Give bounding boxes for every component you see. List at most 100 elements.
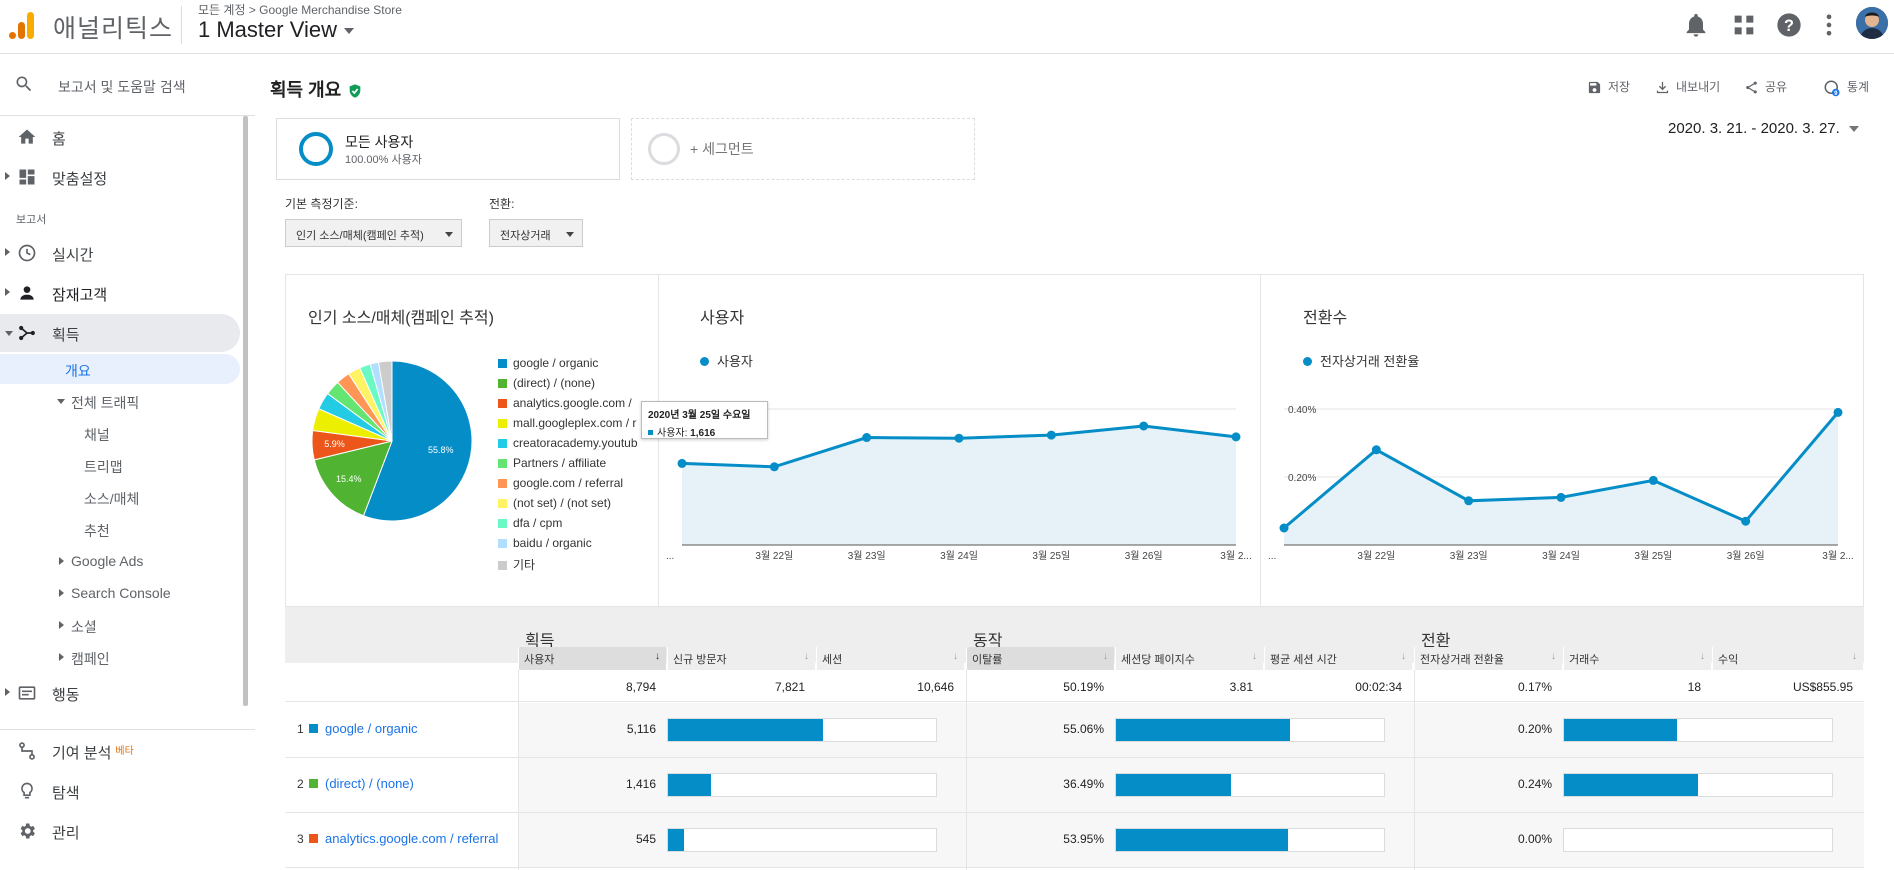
nav-attribution-label: 기여 분석 베타 [52, 742, 134, 763]
nav-home[interactable]: 홈 [0, 118, 240, 156]
data-point[interactable] [862, 433, 872, 443]
column-header[interactable]: 세션 ↓ [816, 647, 964, 670]
nav-social[interactable]: 소셜 [0, 610, 240, 640]
data-point[interactable] [1464, 496, 1474, 506]
nav-channels[interactable]: 채널 [0, 418, 240, 448]
data-point[interactable] [1046, 430, 1056, 440]
source-medium-link[interactable]: google / organic [309, 721, 418, 736]
expand-arrow-icon [5, 288, 10, 296]
sidebar-divider [0, 115, 255, 116]
nav-acquisition[interactable]: 획득 [0, 314, 240, 352]
column-header[interactable]: 세션당 페이지수 ↓ [1115, 647, 1263, 670]
conversion-select[interactable]: 전자상거래 [489, 219, 583, 247]
table-row[interactable]: 2 (direct) / (none) 1,416 36.49% 0.24% [285, 758, 1864, 813]
data-point[interactable] [1833, 407, 1843, 417]
x-tick-label: 3월 23일 [1450, 550, 1488, 562]
legend-label: mall.googleplex.com / r [513, 416, 637, 430]
share-button[interactable]: 공유 [1744, 78, 1787, 95]
account-breadcrumb[interactable]: 모든 계정 > Google Merchandise Store [198, 1, 402, 18]
data-point[interactable] [1556, 492, 1566, 502]
x-tick-label: 3월 25일 [1634, 550, 1672, 562]
data-point[interactable] [1231, 432, 1241, 442]
column-header[interactable]: 전자상거래 전환율 ↓ [1414, 647, 1562, 670]
metric-cell: 0.24% [1517, 777, 1552, 791]
total-cell: 50.19% [1063, 680, 1104, 694]
data-point[interactable] [677, 458, 687, 468]
data-point[interactable] [1648, 475, 1658, 485]
primary-dimension-select[interactable]: 인기 소스/매체(캠페인 추적) [285, 219, 462, 247]
source-medium-label: (direct) / (none) [325, 776, 414, 791]
report-search[interactable]: 보고서 및 도움말 검색 [0, 54, 255, 114]
user-avatar[interactable] [1856, 7, 1888, 39]
data-point[interactable] [769, 462, 779, 472]
data-point[interactable] [1741, 516, 1751, 526]
nav-search-console[interactable]: Search Console [0, 578, 240, 608]
nav-campaigns[interactable]: 캠페인 [0, 642, 240, 672]
column-header[interactable]: 이탈률 ↓ [966, 647, 1114, 670]
apps-icon[interactable] [1730, 11, 1758, 39]
segment-all-users[interactable]: 모든 사용자 100.00% 사용자 [276, 118, 620, 180]
save-button[interactable]: 저장 [1587, 78, 1630, 95]
pie-legend-item: 기타 [498, 556, 535, 571]
pie-legend-item: dfa / cpm [498, 516, 562, 530]
area-fill [1284, 412, 1838, 545]
pie-slice-label: 5.9% [324, 439, 345, 449]
nav-realtime[interactable]: 실시간 [0, 234, 240, 272]
pie-slice-label: 15.4% [336, 474, 362, 484]
nav-customization[interactable]: 맞춤설정 [0, 158, 240, 196]
metric-bar-fill [1116, 719, 1291, 741]
metric-cell: 5,116 [626, 722, 656, 736]
export-button[interactable]: 내보내기 [1655, 78, 1720, 95]
analytics-logo-icon[interactable] [8, 10, 36, 40]
nav-acq-overview[interactable]: 개요 [0, 354, 240, 384]
column-header[interactable]: 평균 세션 시간 ↓ [1264, 647, 1412, 670]
data-point[interactable] [1371, 445, 1381, 455]
table-row[interactable]: 3 analytics.google.com / referral 545 53.95… [285, 813, 1864, 868]
nav-admin[interactable]: 관리 [0, 812, 240, 850]
nav-all-traffic[interactable]: 전체 트래픽 [0, 386, 240, 416]
nav-treemaps[interactable]: 트리맵 [0, 450, 240, 480]
bell-icon[interactable] [1682, 11, 1710, 39]
expand-arrow-icon [59, 589, 64, 597]
x-tick-label: 3월 2... [1822, 550, 1853, 562]
source-medium-link[interactable]: analytics.google.com / referral [309, 831, 498, 846]
metric-cell: 53.95% [1063, 832, 1104, 846]
row-number: 3 [297, 832, 304, 846]
row-color-swatch [309, 834, 318, 843]
source-medium-link[interactable]: (direct) / (none) [309, 776, 414, 791]
column-header[interactable]: 신규 방문자 ↓ [667, 647, 815, 670]
nav-behavior[interactable]: 행동 [0, 674, 240, 712]
analytics-app: 애널리틱스 모든 계정 > Google Merchandise Store 1… [0, 0, 1894, 870]
data-point[interactable] [954, 433, 964, 443]
column-header[interactable]: 사용자 ↓ [518, 647, 666, 670]
legend-swatch [498, 561, 507, 570]
column-header[interactable]: 수익 ↓ [1712, 647, 1863, 670]
add-segment-button[interactable]: + 세그먼트 [631, 118, 975, 180]
data-point[interactable] [1279, 523, 1289, 533]
lightbulb-icon [21, 782, 33, 799]
source-pie-chart[interactable]: 55.8% 15.4% 5.9% [306, 355, 478, 527]
nav-discover[interactable]: 탐색 [0, 772, 240, 810]
nav-audience[interactable]: 잠재고객 [0, 274, 240, 312]
nav-source-medium[interactable]: 소스/매체 [0, 482, 240, 512]
chevron-down-icon [1848, 126, 1859, 133]
sort-arrow-icon: ↓ [1401, 651, 1406, 662]
sidebar-scrollbar[interactable] [243, 116, 248, 706]
nav-referrals[interactable]: 추천 [0, 514, 240, 544]
nav-google-ads[interactable]: Google Ads [0, 546, 240, 576]
data-point[interactable] [1139, 421, 1149, 431]
users-legend: 사용자 [700, 351, 753, 370]
date-range-picker[interactable]: 2020. 3. 21. - 2020. 3. 27. [1668, 120, 1859, 137]
metric-bar-track [1115, 773, 1385, 797]
table-row[interactable]: 1 google / organic 5,116 55.06% 0.20% [285, 703, 1864, 758]
nav-attribution[interactable]: 기여 분석 베타 [0, 732, 240, 770]
conversions-line-chart[interactable]: 0.40% 0.20%... 3월 22일 3월 23일 3월 24일 3월 25일 3월 … [1268, 385, 1860, 565]
column-header[interactable]: 거래수 ↓ [1563, 647, 1711, 670]
view-selector[interactable]: 1 Master View [198, 17, 354, 43]
x-tick-label: 3월 2... [1220, 550, 1251, 562]
attribution-text: 기여 분석 [52, 745, 112, 762]
more-vert-icon[interactable] [1815, 11, 1843, 39]
insights-button[interactable]: 9 통계 [1823, 78, 1869, 97]
help-icon[interactable]: ? [1775, 11, 1803, 39]
legend-swatch [498, 499, 507, 508]
